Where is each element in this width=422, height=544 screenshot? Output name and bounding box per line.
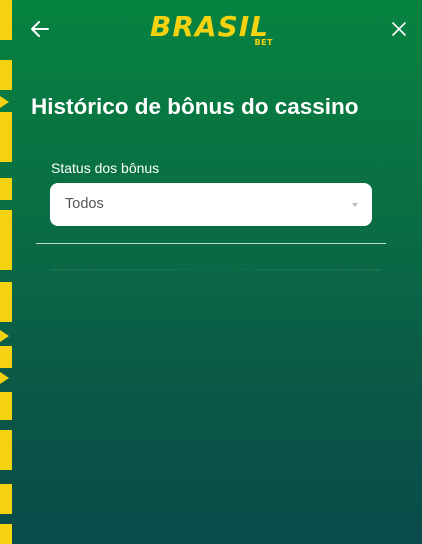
chevron-down-icon: [352, 203, 358, 207]
bonus-status-select[interactable]: Todos: [50, 183, 372, 226]
header: BRASIL BET: [0, 0, 422, 58]
empty-list-placeholder: [50, 269, 380, 271]
close-button[interactable]: [390, 20, 408, 38]
logo-subtext: BET: [254, 38, 273, 47]
close-icon: [392, 22, 406, 36]
bonus-status-selected-value: Todos: [65, 196, 104, 212]
page-title: Histórico de bônus do cassino: [31, 94, 359, 119]
brand-logo[interactable]: BRASIL BET: [150, 10, 275, 50]
decorative-side-strip: [0, 0, 12, 544]
back-button[interactable]: [28, 17, 52, 41]
divider: [36, 243, 386, 244]
bonus-status-label: Status dos bônus: [51, 160, 160, 176]
logo-wordmark: BRASIL: [150, 10, 269, 43]
arrow-left-icon: [31, 21, 49, 37]
